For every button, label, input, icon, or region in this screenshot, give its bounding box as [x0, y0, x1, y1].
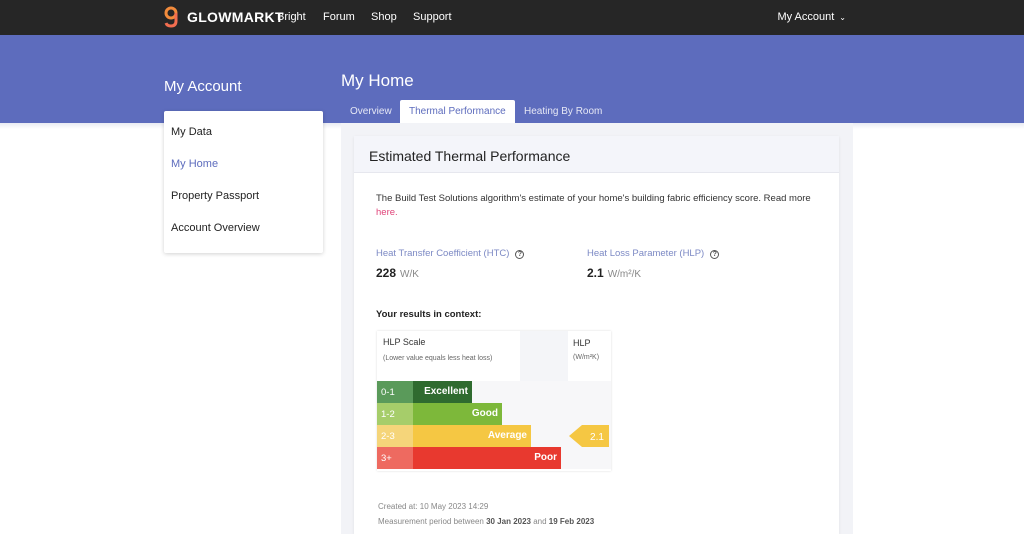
period-start: 30 Jan 2023 — [486, 517, 531, 526]
question-circle-icon[interactable]: ? — [710, 250, 720, 259]
period-end: 19 Feb 2023 — [548, 517, 595, 526]
nav-forum[interactable]: Forum — [323, 11, 355, 23]
hlp-unit: W/m²/K — [607, 269, 642, 280]
sidebar-item-my-data[interactable]: My Data — [171, 126, 212, 138]
period-and: and — [531, 517, 549, 526]
sidebar-item-account-overview[interactable]: Account Overview — [171, 222, 260, 234]
band-bar: Average — [413, 425, 531, 447]
glowmarkt-logo-icon[interactable] — [163, 6, 179, 28]
nav-support[interactable]: Support — [413, 11, 452, 23]
htc-label-text: Heat Transfer Coefficient (HTC) — [376, 248, 510, 259]
htc-value-number: 228 — [376, 266, 397, 280]
band-range: 3+ — [377, 447, 413, 469]
period-prefix: Measurement period between — [378, 517, 487, 526]
question-circle-icon[interactable]: ? — [515, 250, 525, 259]
htc-value: 228 W/K — [376, 266, 419, 280]
card-description: The Build Test Solutions algorithm's est… — [376, 192, 821, 220]
sidebar-item-my-home[interactable]: My Home — [171, 158, 218, 170]
hlp-value-number: 2.1 — [587, 266, 604, 280]
account-menu-label: My Account — [777, 11, 835, 23]
band-bar: Good — [413, 403, 502, 425]
tab-thermal-performance[interactable]: Thermal Performance — [400, 100, 515, 124]
band-range: 0-1 — [377, 381, 413, 403]
created-at: Created at: 10 May 2023 14:29 — [378, 502, 489, 511]
hlp-marker-value: 2.1 — [590, 432, 604, 443]
hlp-scale: HLP Scale (Lower value equals less heat … — [377, 331, 611, 471]
description-text: The Build Test Solutions algorithm's est… — [376, 193, 811, 204]
hlp-label-text: Heat Loss Parameter (HLP) — [587, 248, 705, 259]
band-range: 2-3 — [377, 425, 413, 447]
scale-subtitle: (Lower value equals less heat loss) — [383, 355, 493, 362]
tab-overview[interactable]: Overview — [350, 100, 392, 124]
read-more-link[interactable]: here. — [376, 207, 398, 218]
band-bar: Poor — [413, 447, 561, 469]
tab-heating-by-room[interactable]: Heating By Room — [524, 100, 602, 124]
scale-header-gap — [520, 331, 568, 381]
hlp-label: Heat Loss Parameter (HLP)? — [587, 248, 720, 259]
brand-name[interactable]: GLOWMARKT — [187, 9, 284, 25]
card-header: Estimated Thermal Performance — [354, 136, 839, 173]
band-range: 1-2 — [377, 403, 413, 425]
chevron-down-icon: ⌄ — [839, 13, 846, 22]
sidebar-title: My Account — [164, 78, 242, 95]
hlp-marker: 2.1 — [569, 425, 609, 447]
htc-unit: W/K — [400, 269, 419, 280]
sidebar-item-property-passport[interactable]: Property Passport — [171, 190, 259, 202]
nav-bright[interactable]: Bright — [277, 11, 306, 23]
measurement-period: Measurement period between 30 Jan 2023 a… — [378, 517, 594, 526]
scale-column-title: HLP — [573, 338, 591, 348]
top-navbar: GLOWMARKT Bright Forum Shop Support My A… — [0, 0, 1024, 35]
scale-title: HLP Scale — [383, 337, 426, 347]
context-label: Your results in context: — [376, 309, 482, 320]
hlp-value: 2.1 W/m²/K — [587, 266, 641, 280]
nav-shop[interactable]: Shop — [371, 11, 397, 23]
page-title: My Home — [341, 71, 414, 90]
thermal-performance-card: Estimated Thermal Performance The Build … — [354, 136, 839, 534]
band-bar: Excellent — [413, 381, 472, 403]
scale-column-unit: (W/m²K) — [573, 354, 600, 361]
sidebar: My Data My Home Property Passport Accoun… — [164, 111, 323, 253]
htc-label: Heat Transfer Coefficient (HTC)? — [376, 248, 525, 259]
account-menu[interactable]: My Account ⌄ — [777, 11, 846, 23]
card-title: Estimated Thermal Performance — [369, 148, 571, 164]
